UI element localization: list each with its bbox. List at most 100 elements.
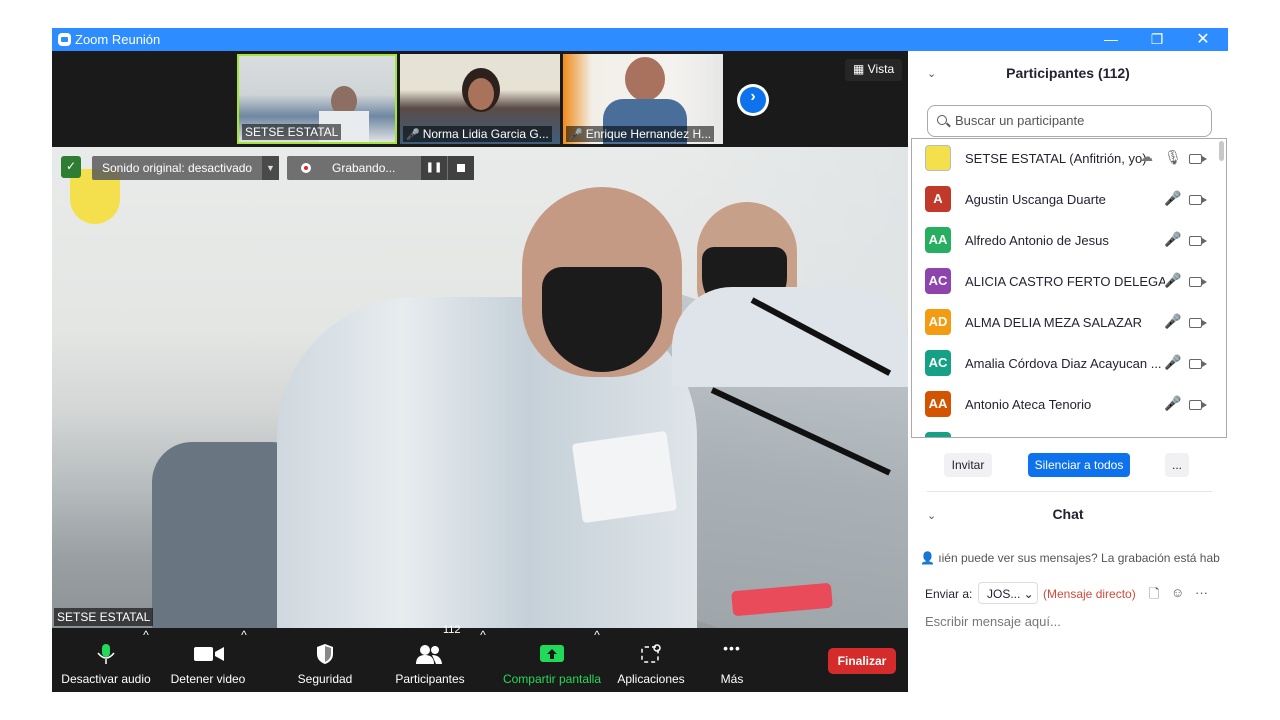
muted-mic-icon[interactable]: 🎤 (1163, 272, 1183, 289)
participant-list: SETSE ESTATAL (Anfitrión, yo) ☁ 🎙 A Agus… (911, 138, 1227, 438)
share-screen-button[interactable]: Compartir pantalla (500, 628, 604, 692)
person-figure (625, 57, 665, 101)
end-meeting-button[interactable]: Finalizar (828, 648, 896, 674)
security-button[interactable]: Seguridad (280, 628, 370, 692)
encryption-badge[interactable]: ✓ (61, 156, 81, 178)
person-shirt (672, 287, 908, 387)
avatar: AC (925, 268, 951, 294)
participant-row[interactable]: AA Antonio Ateca Tenorio 🎤 (912, 385, 1226, 426)
video-camera-icon[interactable] (1189, 236, 1207, 246)
muted-mic-icon: 🎤 (569, 129, 583, 141)
speaker-name-label: SETSE ESTATAL (54, 608, 154, 626)
cloud-recording-icon: ☁ (1140, 149, 1153, 164)
participant-name: Alfredo Antonio de Jesus (965, 233, 1109, 248)
muted-mic-icon[interactable]: 🎤 (1163, 395, 1183, 412)
video-camera-icon[interactable] (1189, 359, 1207, 369)
participants-icon (416, 645, 442, 664)
thumbnail-name: 🎤 Enrique Hernandez H... (566, 126, 715, 142)
invite-button[interactable]: Invitar (944, 453, 992, 477)
next-page-button[interactable]: › (737, 84, 769, 116)
chat-more-button[interactable]: ··· (1195, 585, 1208, 600)
muted-mic-icon: 🎤 (406, 129, 420, 141)
participants-button[interactable]: 112 Participantes (385, 624, 475, 692)
participant-thumbnail[interactable]: 🎤 Enrique Hernandez H... (563, 54, 723, 144)
avatar: AC (925, 350, 951, 376)
view-button[interactable]: ▦ Vista (845, 59, 903, 81)
avatar: AA (925, 227, 951, 253)
participant-list-scrollbar[interactable] (1219, 141, 1224, 161)
avatar: A (925, 186, 951, 212)
shield-icon (317, 644, 333, 664)
file-icon[interactable]: 🗋 (1149, 585, 1159, 607)
video-camera-icon[interactable] (1189, 195, 1207, 205)
muted-mic-icon[interactable]: 🎤 (1163, 313, 1183, 330)
share-screen-label: Compartir pantalla (502, 672, 602, 686)
participant-name: Antonio Ateca Tenorio (965, 397, 1092, 412)
original-sound-button[interactable]: Sonido original: desactivado (92, 156, 279, 180)
window-title: Zoom Reunión (75, 32, 161, 47)
divider (927, 491, 1212, 492)
search-placeholder: Buscar un participante (955, 113, 1085, 128)
video-camera-icon[interactable] (1189, 154, 1207, 164)
video-camera-icon[interactable] (1189, 277, 1207, 287)
participant-row[interactable]: AC ALICIA CASTRO FERTO DELEGAC... 🎤 (912, 262, 1226, 303)
person-face (468, 78, 494, 110)
chat-visibility-notice[interactable]: 👤 ıién puede ver sus mensajes? La grabac… (920, 551, 1220, 565)
thumbnail-name: 🎤 Norma Lidia Garcia G... (403, 126, 552, 142)
shield-check-icon: ✓ (65, 159, 77, 173)
participants-more-button[interactable]: ... (1165, 453, 1189, 477)
participant-search-input[interactable]: Buscar un participante (927, 105, 1212, 137)
participant-name: SETSE ESTATAL (Anfitrión, yo) (965, 151, 1147, 166)
emoji-icon[interactable]: ☺ (1171, 585, 1184, 600)
share-options-caret[interactable]: ^ (592, 628, 602, 692)
chevron-right-icon: › (750, 88, 756, 105)
id-card (571, 430, 678, 524)
stop-recording-button[interactable] (448, 156, 474, 180)
participants-title: Participantes (112) (1006, 65, 1130, 81)
chevron-down-icon[interactable]: ▼ (262, 156, 279, 180)
active-speaker-video[interactable]: ✓ Sonido original: desactivado ▼ Graband… (52, 147, 908, 628)
participant-row[interactable]: AD ALMA DELIA MEZA SALAZAR 🎤 (912, 303, 1226, 344)
participants-options-caret[interactable]: ^ (478, 628, 488, 692)
more-label: Más (720, 672, 744, 686)
microphone-icon[interactable]: 🎙 (1163, 149, 1183, 166)
participant-thumbnail[interactable]: 🎤 Norma Lidia Garcia G... (400, 54, 560, 144)
chevron-down-icon: ⌄ (1020, 587, 1034, 601)
video-camera-icon[interactable] (1189, 318, 1207, 328)
participant-row[interactable]: AC Amalia Córdova Diaz Acayucan ... 🎤 (912, 344, 1226, 385)
recipient-dropdown[interactable]: JOS... ⌄ (978, 582, 1038, 604)
participant-row[interactable]: SETSE ESTATAL (Anfitrión, yo) ☁ 🎙 (912, 139, 1226, 180)
chat-message-input[interactable]: Escribir mensaje aquí... (925, 614, 1061, 629)
recording-label: Grabando... (332, 161, 396, 175)
restore-button[interactable]: ❐ (1142, 30, 1172, 49)
minimize-button[interactable]: — (1096, 30, 1126, 49)
mute-audio-button[interactable]: Desactivar audio (60, 628, 152, 692)
close-button[interactable]: ✕ (1188, 30, 1218, 49)
participant-row[interactable]: A Agustin Uscanga Duarte 🎤 (912, 180, 1226, 221)
microphone-icon (97, 644, 115, 664)
more-button[interactable]: ••• Más (702, 628, 762, 692)
direct-message-label: (Mensaje directo) (1043, 587, 1136, 601)
apps-button[interactable]: Aplicaciones (612, 628, 690, 692)
send-to-label: Enviar a: (925, 587, 973, 601)
avatar: AA (925, 391, 951, 417)
video-options-caret[interactable]: ^ (239, 628, 249, 692)
participant-row[interactable]: AA Alfredo Antonio de Jesus 🎤 (912, 221, 1226, 262)
participant-row[interactable] (912, 426, 1226, 437)
muted-mic-icon[interactable]: 🎤 (1163, 190, 1183, 207)
participant-name: Amalia Córdova Diaz Acayucan ... (965, 356, 1162, 371)
muted-mic-icon[interactable]: 🎤 (1163, 354, 1183, 371)
security-label: Seguridad (297, 672, 353, 686)
people-icon: 👤 (920, 551, 939, 565)
zoom-window: Zoom Reunión — ❐ ✕ SETSE ESTATAL 🎤 Norma … (52, 28, 1228, 692)
avatar: AD (925, 309, 951, 335)
audio-options-caret[interactable]: ^ (141, 628, 151, 692)
avatar (925, 145, 951, 171)
pause-recording-button[interactable]: ❚❚ (421, 156, 447, 180)
thumbnail-strip: SETSE ESTATAL 🎤 Norma Lidia Garcia G... 🎤… (52, 51, 908, 147)
mute-all-button[interactable]: Silenciar a todos (1028, 453, 1130, 477)
participant-thumbnail[interactable]: SETSE ESTATAL (237, 54, 397, 144)
side-panel: ⌄ Participantes (112) Buscar un particip… (908, 51, 1228, 692)
muted-mic-icon[interactable]: 🎤 (1163, 231, 1183, 248)
video-camera-icon[interactable] (1189, 400, 1207, 410)
